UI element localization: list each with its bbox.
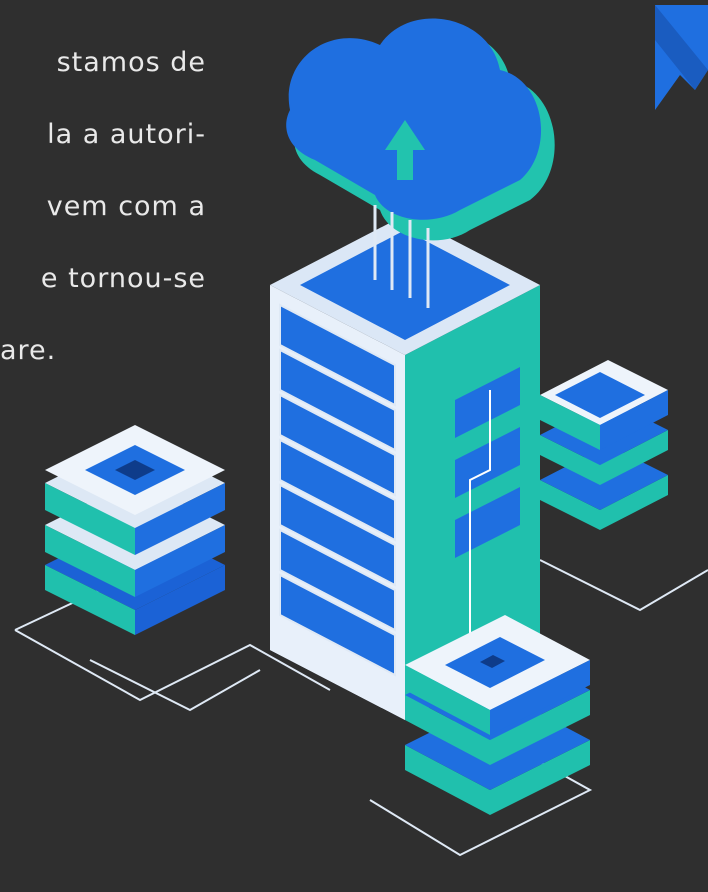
corner-logo-icon <box>655 5 708 110</box>
left-server-stack <box>45 425 225 635</box>
cloud-server-illustration <box>14 5 708 857</box>
right-server-stack <box>540 360 668 530</box>
